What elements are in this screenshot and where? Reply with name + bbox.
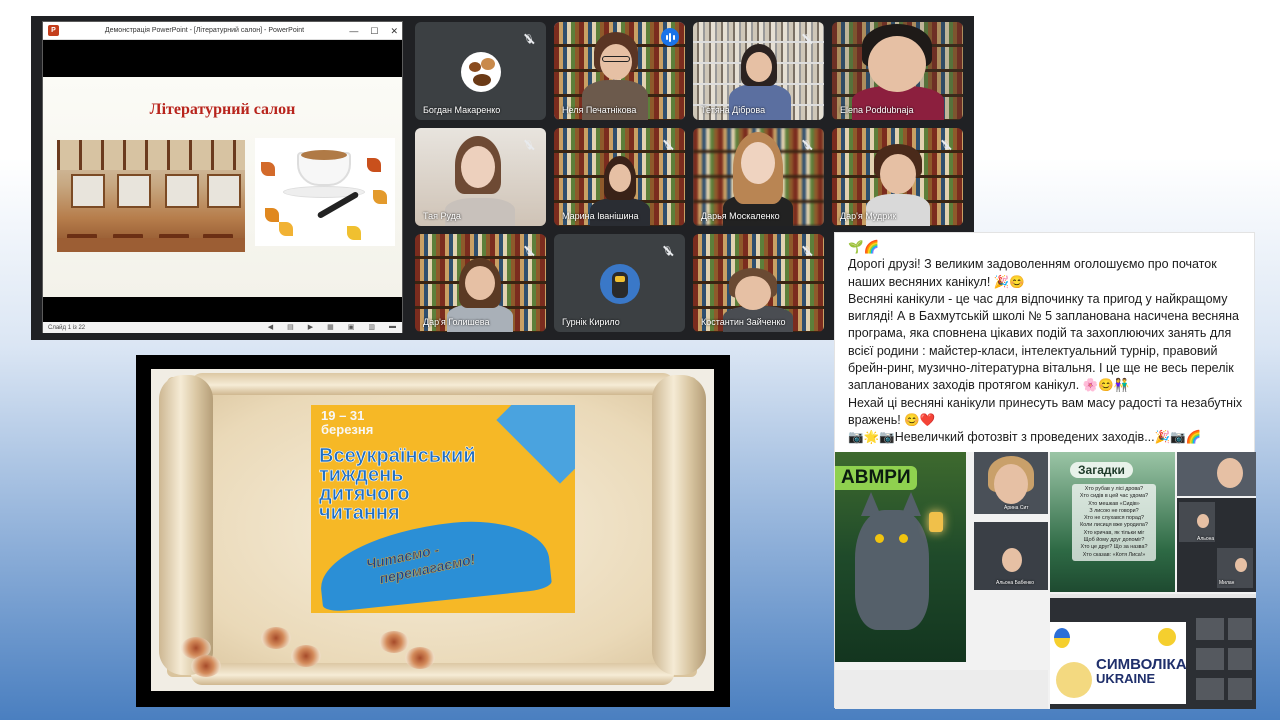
view-reading-icon[interactable]: ▥ — [368, 323, 375, 331]
mic-off-icon: 🎙 — [939, 138, 953, 152]
symbol-subtitle: UKRAINE — [1096, 671, 1156, 686]
wolf-title: АВМРИ — [835, 466, 917, 490]
news-post: 🌱🌈 Дорогі друзі! З великим задоволенням … — [834, 232, 1256, 709]
coffee-image — [255, 138, 395, 246]
post-paragraph: 📷🌟📷Невеличкий фотозвіт з проведених захо… — [848, 430, 1202, 445]
photo-meeting-grid[interactable]: Альона Милан — [1177, 498, 1256, 592]
view-grid-icon[interactable]: ▣ — [348, 323, 355, 331]
participant-tile[interactable]: 🎙 Дар'я Мудрик — [832, 128, 963, 226]
participant-tile[interactable]: 🎙 Костантин Зайченко — [693, 234, 824, 332]
view-normal-icon[interactable]: ▦ — [327, 323, 334, 331]
participant-tile[interactable]: Elena Poddubnaja — [832, 22, 963, 120]
prev-icon[interactable]: ◀ — [268, 323, 273, 331]
scroll-roll-left — [159, 375, 213, 675]
mic-off-icon: 🎙 — [661, 244, 675, 258]
slide-counter: Слайд 1 із 22 — [48, 324, 86, 331]
photo-caption: Милан — [1219, 580, 1235, 586]
participant-tile[interactable]: 🎙 Тая Руда — [415, 128, 546, 226]
powerpoint-window: P Демонстрація PowerPoint - [Літературни… — [42, 21, 403, 333]
next-icon[interactable]: ▶ — [308, 323, 313, 331]
participant-tile[interactable]: 🎙 Гурнік Кирило — [554, 234, 685, 332]
photo-riddles[interactable]: Загадки Хто рубав у лісі дрова? Хто сиді… — [1050, 452, 1175, 592]
photo-participant[interactable] — [1177, 452, 1256, 496]
mic-off-icon: 🎙 — [800, 138, 814, 152]
symbol-slide: СИМВОЛІКА UKRAINE — [1050, 622, 1186, 704]
symbol-title: СИМВОЛІКА — [1096, 656, 1186, 673]
participant-name: Дар'я Мудрик — [840, 211, 897, 221]
avatar — [599, 264, 640, 304]
mic-off-icon: 🎙 — [522, 244, 536, 258]
post-emoji-line: 🌱🌈 — [848, 240, 880, 254]
mic-off-icon: 🎙 — [800, 32, 814, 46]
participant-tile[interactable]: Неля Печатнікова — [554, 22, 685, 120]
riddles-title: Загадки — [1070, 462, 1133, 478]
photo-participant[interactable]: Арина Сит — [974, 452, 1048, 514]
mic-off-icon: 🎙 — [522, 32, 536, 46]
powerpoint-logo-icon: P — [48, 25, 59, 36]
participant-name: Elena Poddubnaja — [840, 105, 914, 115]
speaking-indicator-icon — [661, 28, 679, 46]
cafe-image — [57, 140, 245, 252]
participant-name: Гурнік Кирило — [562, 317, 620, 327]
post-paragraph: Весняні канікули - це час для відпочинку… — [848, 291, 1239, 393]
reading-week-video: 19 – 31 березня Всеукраїнський тиждень д… — [136, 355, 730, 707]
photo-meeting-screen[interactable]: СИМВОЛІКА UKRAINE — [1050, 598, 1256, 709]
post-paragraph: Дорогі друзі! З великим задоволенням ого… — [848, 257, 1217, 289]
menu-icon[interactable]: ▤ — [287, 323, 294, 331]
participant-name: Костантин Зайченко — [701, 317, 786, 327]
participant-name: Дар'я Голишева — [423, 317, 490, 327]
photo-caption: Арина Сит — [1004, 505, 1029, 511]
participant-name: Богдан Макаренко — [423, 105, 501, 115]
post-text: 🌱🌈 Дорогі друзі! З великим задоволенням … — [848, 239, 1250, 447]
poster-dates: 19 – 31 березня — [321, 408, 374, 437]
photo-collage: АВМРИ Арина Сит Альона Бабенко Загадки Х… — [835, 452, 1256, 709]
slide: Літературний салон — [43, 77, 402, 297]
mic-off-icon: 🎙 — [661, 138, 675, 152]
participant-tile[interactable]: 🎙 Марина Іванішина — [554, 128, 685, 226]
participant-name: Марина Іванішина — [562, 211, 639, 221]
participant-tile[interactable]: 🎙 Дар'я Голишева — [415, 234, 546, 332]
mic-off-icon: 🎙 — [522, 138, 536, 152]
minimize-icon[interactable]: — — [349, 26, 358, 36]
participant-name: Тетяна Діброва — [701, 105, 766, 115]
participant-tile[interactable]: 🎙 Богдан Макаренко — [415, 22, 546, 120]
avatar — [460, 52, 501, 92]
poster-title: Всеукраїнський тиждень дитячого читання — [319, 445, 476, 524]
maximize-icon[interactable]: ☐ — [370, 26, 378, 37]
post-paragraph: Нехай ці весняні канікули принесуть вам … — [848, 395, 1243, 427]
riddles-text: Хто рубав у лісі дрова? Хто сидів в цей … — [1072, 484, 1156, 561]
slideshow-icon[interactable]: ▬ — [389, 323, 396, 331]
powerpoint-titlebar: P Демонстрація PowerPoint - [Літературни… — [43, 22, 402, 40]
mic-off-icon: 🎙 — [800, 244, 814, 258]
scroll-roll-right — [652, 375, 706, 675]
powerpoint-statusbar: Слайд 1 із 22 ◀ ▤ ▶ ▦ ▣ ▥ ▬ — [43, 322, 402, 333]
video-call-screenshot: P Демонстрація PowerPoint - [Літературни… — [31, 16, 974, 340]
participant-name: Тая Руда — [423, 211, 461, 221]
close-icon[interactable]: ✕ — [390, 26, 398, 37]
participant-name: Неля Печатнікова — [562, 105, 637, 115]
photo-participant[interactable]: Альона Бабенко — [974, 522, 1048, 590]
participant-tile[interactable]: 🎙 Дарья Москаленко — [693, 128, 824, 226]
video-frame: 19 – 31 березня Всеукраїнський тиждень д… — [151, 369, 714, 691]
participant-name: Дарья Москаленко — [701, 211, 780, 221]
participant-tile[interactable]: 🎙 Тетяна Діброва — [693, 22, 824, 120]
photo-wolf[interactable]: АВМРИ — [835, 452, 966, 662]
reading-week-poster: 19 – 31 березня Всеукраїнський тиждень д… — [311, 405, 575, 613]
slide-title: Літературний салон — [149, 101, 296, 118]
photo-caption: Альона Бабенко — [996, 580, 1035, 586]
photo-caption: Альона — [1197, 536, 1215, 542]
